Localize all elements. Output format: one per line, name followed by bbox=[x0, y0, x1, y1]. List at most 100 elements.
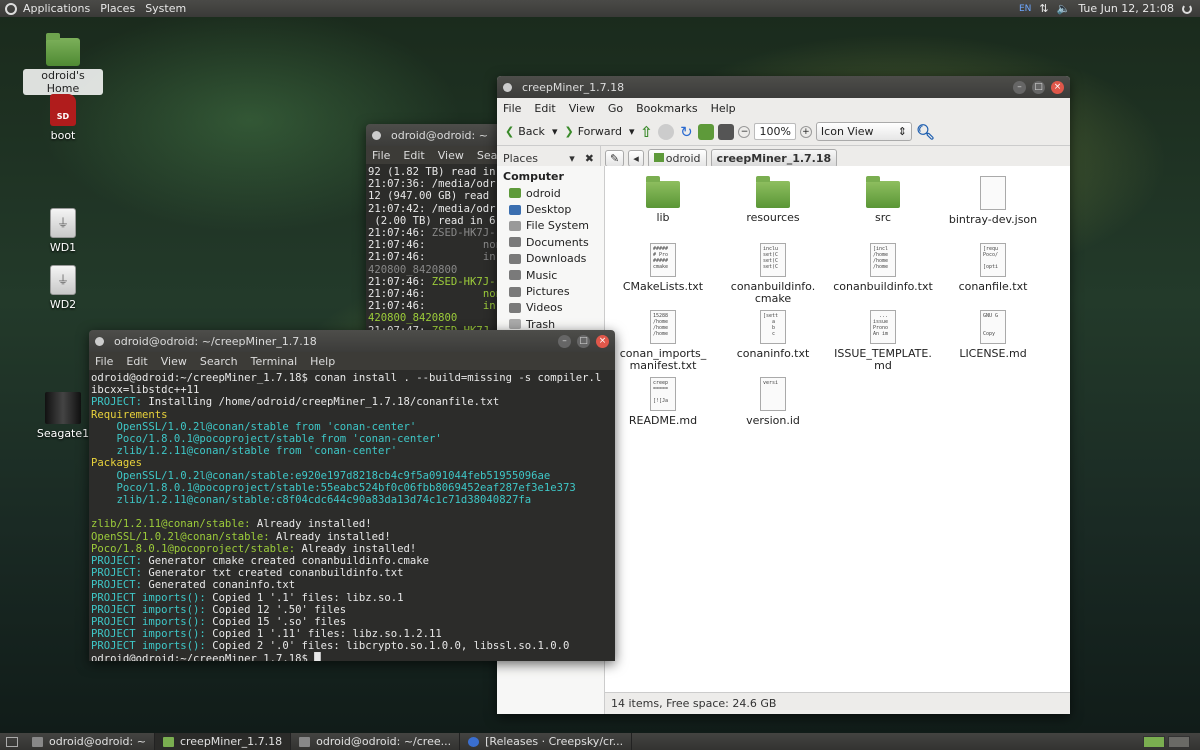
sidebar-item-pictures[interactable]: Pictures bbox=[503, 283, 604, 299]
back-button[interactable]: ❮ Back bbox=[502, 125, 548, 138]
file-item[interactable]: ##### # Pro ##### cmake CMakeLists.txt bbox=[608, 243, 718, 293]
file-item[interactable]: creep ===== [![Ja README.md bbox=[608, 377, 718, 427]
menu-help[interactable]: Help bbox=[711, 102, 736, 115]
terminal-output[interactable]: odroid@odroid:~/creepMiner_1.7.18$ conan… bbox=[89, 370, 615, 661]
file-item[interactable]: src bbox=[828, 176, 938, 224]
stop-icon[interactable] bbox=[658, 123, 675, 140]
file-item[interactable]: bintray-dev.json bbox=[938, 176, 1048, 226]
menu-view[interactable]: View bbox=[569, 102, 595, 115]
menu-view[interactable]: View bbox=[161, 355, 187, 368]
terminal-text: 21:07:46: bbox=[368, 275, 432, 288]
title-bar[interactable]: . odroid@odroid: ~ bbox=[366, 124, 506, 146]
terminal-text: 420800_8420800 bbox=[368, 312, 458, 325]
menu-edit[interactable]: Edit bbox=[403, 149, 424, 162]
sidebar-item-desktop[interactable]: Desktop bbox=[503, 201, 604, 217]
keyboard-layout-indicator[interactable]: EN bbox=[1019, 4, 1031, 14]
forward-button[interactable]: ❯ Forward bbox=[561, 125, 624, 138]
computer-icon[interactable] bbox=[718, 123, 735, 140]
menu-terminal[interactable]: Terminal bbox=[251, 355, 298, 368]
menu-file[interactable]: File bbox=[372, 149, 390, 162]
window-menu-icon[interactable]: . bbox=[503, 82, 512, 92]
menu-bookmarks[interactable]: Bookmarks bbox=[636, 102, 697, 115]
reload-icon[interactable]: ↻ bbox=[678, 124, 694, 140]
terminal-text: 21:07:46: bbox=[368, 288, 483, 301]
menu-applications[interactable]: Applications bbox=[23, 2, 90, 15]
terminal-output[interactable]: 92 (1.82 TB) read in 21:07:36: /media/odr… bbox=[366, 164, 506, 334]
menu-search[interactable]: Search bbox=[200, 355, 238, 368]
volume-icon[interactable]: 🔈 bbox=[1057, 2, 1071, 15]
network-icon[interactable]: ⇅ bbox=[1039, 2, 1048, 15]
breadcrumb-left-arrow[interactable]: ◂ bbox=[628, 150, 644, 167]
title-bar[interactable]: . odroid@odroid: ~/creepMiner_1.7.18 – □… bbox=[89, 330, 615, 352]
desktop-icon-wd1[interactable]: ⏚ WD1 bbox=[23, 208, 103, 254]
menu-edit[interactable]: Edit bbox=[126, 355, 147, 368]
terminal-icon bbox=[32, 736, 43, 747]
zoom-out-icon[interactable]: − bbox=[738, 125, 751, 138]
menu-help[interactable]: Help bbox=[310, 355, 335, 368]
sidebar-item-documents[interactable]: Documents bbox=[503, 234, 604, 250]
taskbar-item-terminal-1[interactable]: odroid@odroid: ~ bbox=[24, 733, 155, 750]
taskbar-item-browser[interactable]: [Releases · Creepsky/cr... bbox=[460, 733, 633, 750]
workspace-2[interactable] bbox=[1168, 735, 1190, 748]
show-desktop-icon[interactable] bbox=[6, 736, 18, 747]
sidebar-item-downloads[interactable]: Downloads bbox=[503, 251, 604, 267]
file-name: conan_imports_ manifest.txt bbox=[619, 347, 707, 372]
file-item[interactable]: inclu set(C set(C set(C conanbuildinfo. c… bbox=[718, 243, 828, 305]
close-sidebar-icon[interactable]: ✖ bbox=[585, 152, 594, 165]
terminal-text: 420800_8420800 bbox=[368, 263, 458, 276]
sidebar-item-videos[interactable]: Videos bbox=[503, 300, 604, 316]
window-menu-icon[interactable]: . bbox=[372, 130, 381, 140]
desktop-icon-home[interactable]: odroid's Home bbox=[23, 33, 103, 95]
title-bar[interactable]: . creepMiner_1.7.18 – □ × bbox=[497, 76, 1070, 98]
file-item[interactable]: lib bbox=[608, 176, 718, 224]
edit-location-button[interactable]: ✎ bbox=[605, 150, 625, 167]
search-icon[interactable]: 🔍︎ bbox=[916, 123, 935, 141]
file-icon-view[interactable]: lib resources src bintray-dev.json ##### # P… bbox=[605, 166, 1070, 692]
back-history-dropdown-icon[interactable]: ▾ bbox=[552, 125, 558, 138]
menu-view[interactable]: View bbox=[438, 149, 464, 162]
close-button[interactable]: × bbox=[596, 334, 609, 348]
file-item[interactable]: 15288 /home /home /home conan_imports_ ma… bbox=[608, 310, 718, 372]
desktop-icon-wd2[interactable]: ⏚ WD2 bbox=[23, 265, 103, 311]
terminal-line: 420800_8420800 bbox=[368, 312, 506, 324]
sidebar-item-file-system[interactable]: File System bbox=[503, 218, 604, 234]
file-item[interactable]: versi version.id bbox=[718, 377, 828, 427]
file-item[interactable]: [sett a b c conaninfo.txt bbox=[718, 310, 828, 360]
file-item[interactable]: ... issue Prono An im ISSUE_TEMPLATE. md bbox=[828, 310, 938, 372]
menu-file[interactable]: File bbox=[95, 355, 113, 368]
menu-places[interactable]: Places bbox=[100, 2, 135, 15]
forward-history-dropdown-icon[interactable]: ▾ bbox=[629, 125, 635, 138]
view-mode-select[interactable]: Icon View ⇕ bbox=[815, 122, 912, 141]
desktop-icon-boot[interactable]: SD boot bbox=[23, 94, 103, 142]
maximize-button[interactable]: □ bbox=[577, 334, 590, 348]
power-icon[interactable] bbox=[1182, 3, 1192, 14]
file-item[interactable]: [incl /home /home /home conanbuildinfo.tx… bbox=[828, 243, 938, 293]
file-item[interactable]: resources bbox=[718, 176, 828, 224]
close-button[interactable]: × bbox=[1051, 80, 1064, 94]
menu-file[interactable]: File bbox=[503, 102, 521, 115]
ubuntu-logo-icon[interactable] bbox=[5, 2, 17, 15]
maximize-button[interactable]: □ bbox=[1032, 80, 1045, 94]
minimize-button[interactable]: – bbox=[1013, 80, 1026, 94]
clock[interactable]: Tue Jun 12, 21:08 bbox=[1078, 2, 1174, 15]
sidebar-item-odroid[interactable]: odroid bbox=[503, 185, 604, 201]
zoom-in-icon[interactable]: + bbox=[799, 125, 812, 138]
taskbar-item-file-manager[interactable]: creepMiner_1.7.18 bbox=[154, 733, 292, 750]
home-icon[interactable] bbox=[698, 123, 715, 140]
workspace-1[interactable] bbox=[1143, 735, 1165, 748]
sidebar-item-music[interactable]: Music bbox=[503, 267, 604, 283]
menu-edit[interactable]: Edit bbox=[534, 102, 555, 115]
browser-icon bbox=[468, 736, 480, 747]
up-arrow-icon[interactable]: ⇧ bbox=[638, 124, 654, 140]
file-item[interactable]: GNU G Copy LICENSE.md bbox=[938, 310, 1048, 360]
window-menu-icon[interactable]: . bbox=[95, 336, 104, 346]
file-item[interactable]: [requ Poco/ [opti conanfile.txt bbox=[938, 243, 1048, 293]
terminal-text: 92 (1.82 TB) read in bbox=[368, 166, 496, 178]
minimize-button[interactable]: – bbox=[558, 334, 571, 348]
terminal-window-background[interactable]: . odroid@odroid: ~ File Edit View Search… bbox=[366, 124, 515, 334]
menu-system[interactable]: System bbox=[145, 2, 186, 15]
menu-go[interactable]: Go bbox=[608, 102, 623, 115]
terminal-window[interactable]: . odroid@odroid: ~/creepMiner_1.7.18 – □… bbox=[89, 330, 615, 661]
taskbar-item-terminal-2[interactable]: odroid@odroid: ~/cree... bbox=[291, 733, 461, 750]
workspace-switcher[interactable] bbox=[1143, 735, 1200, 748]
